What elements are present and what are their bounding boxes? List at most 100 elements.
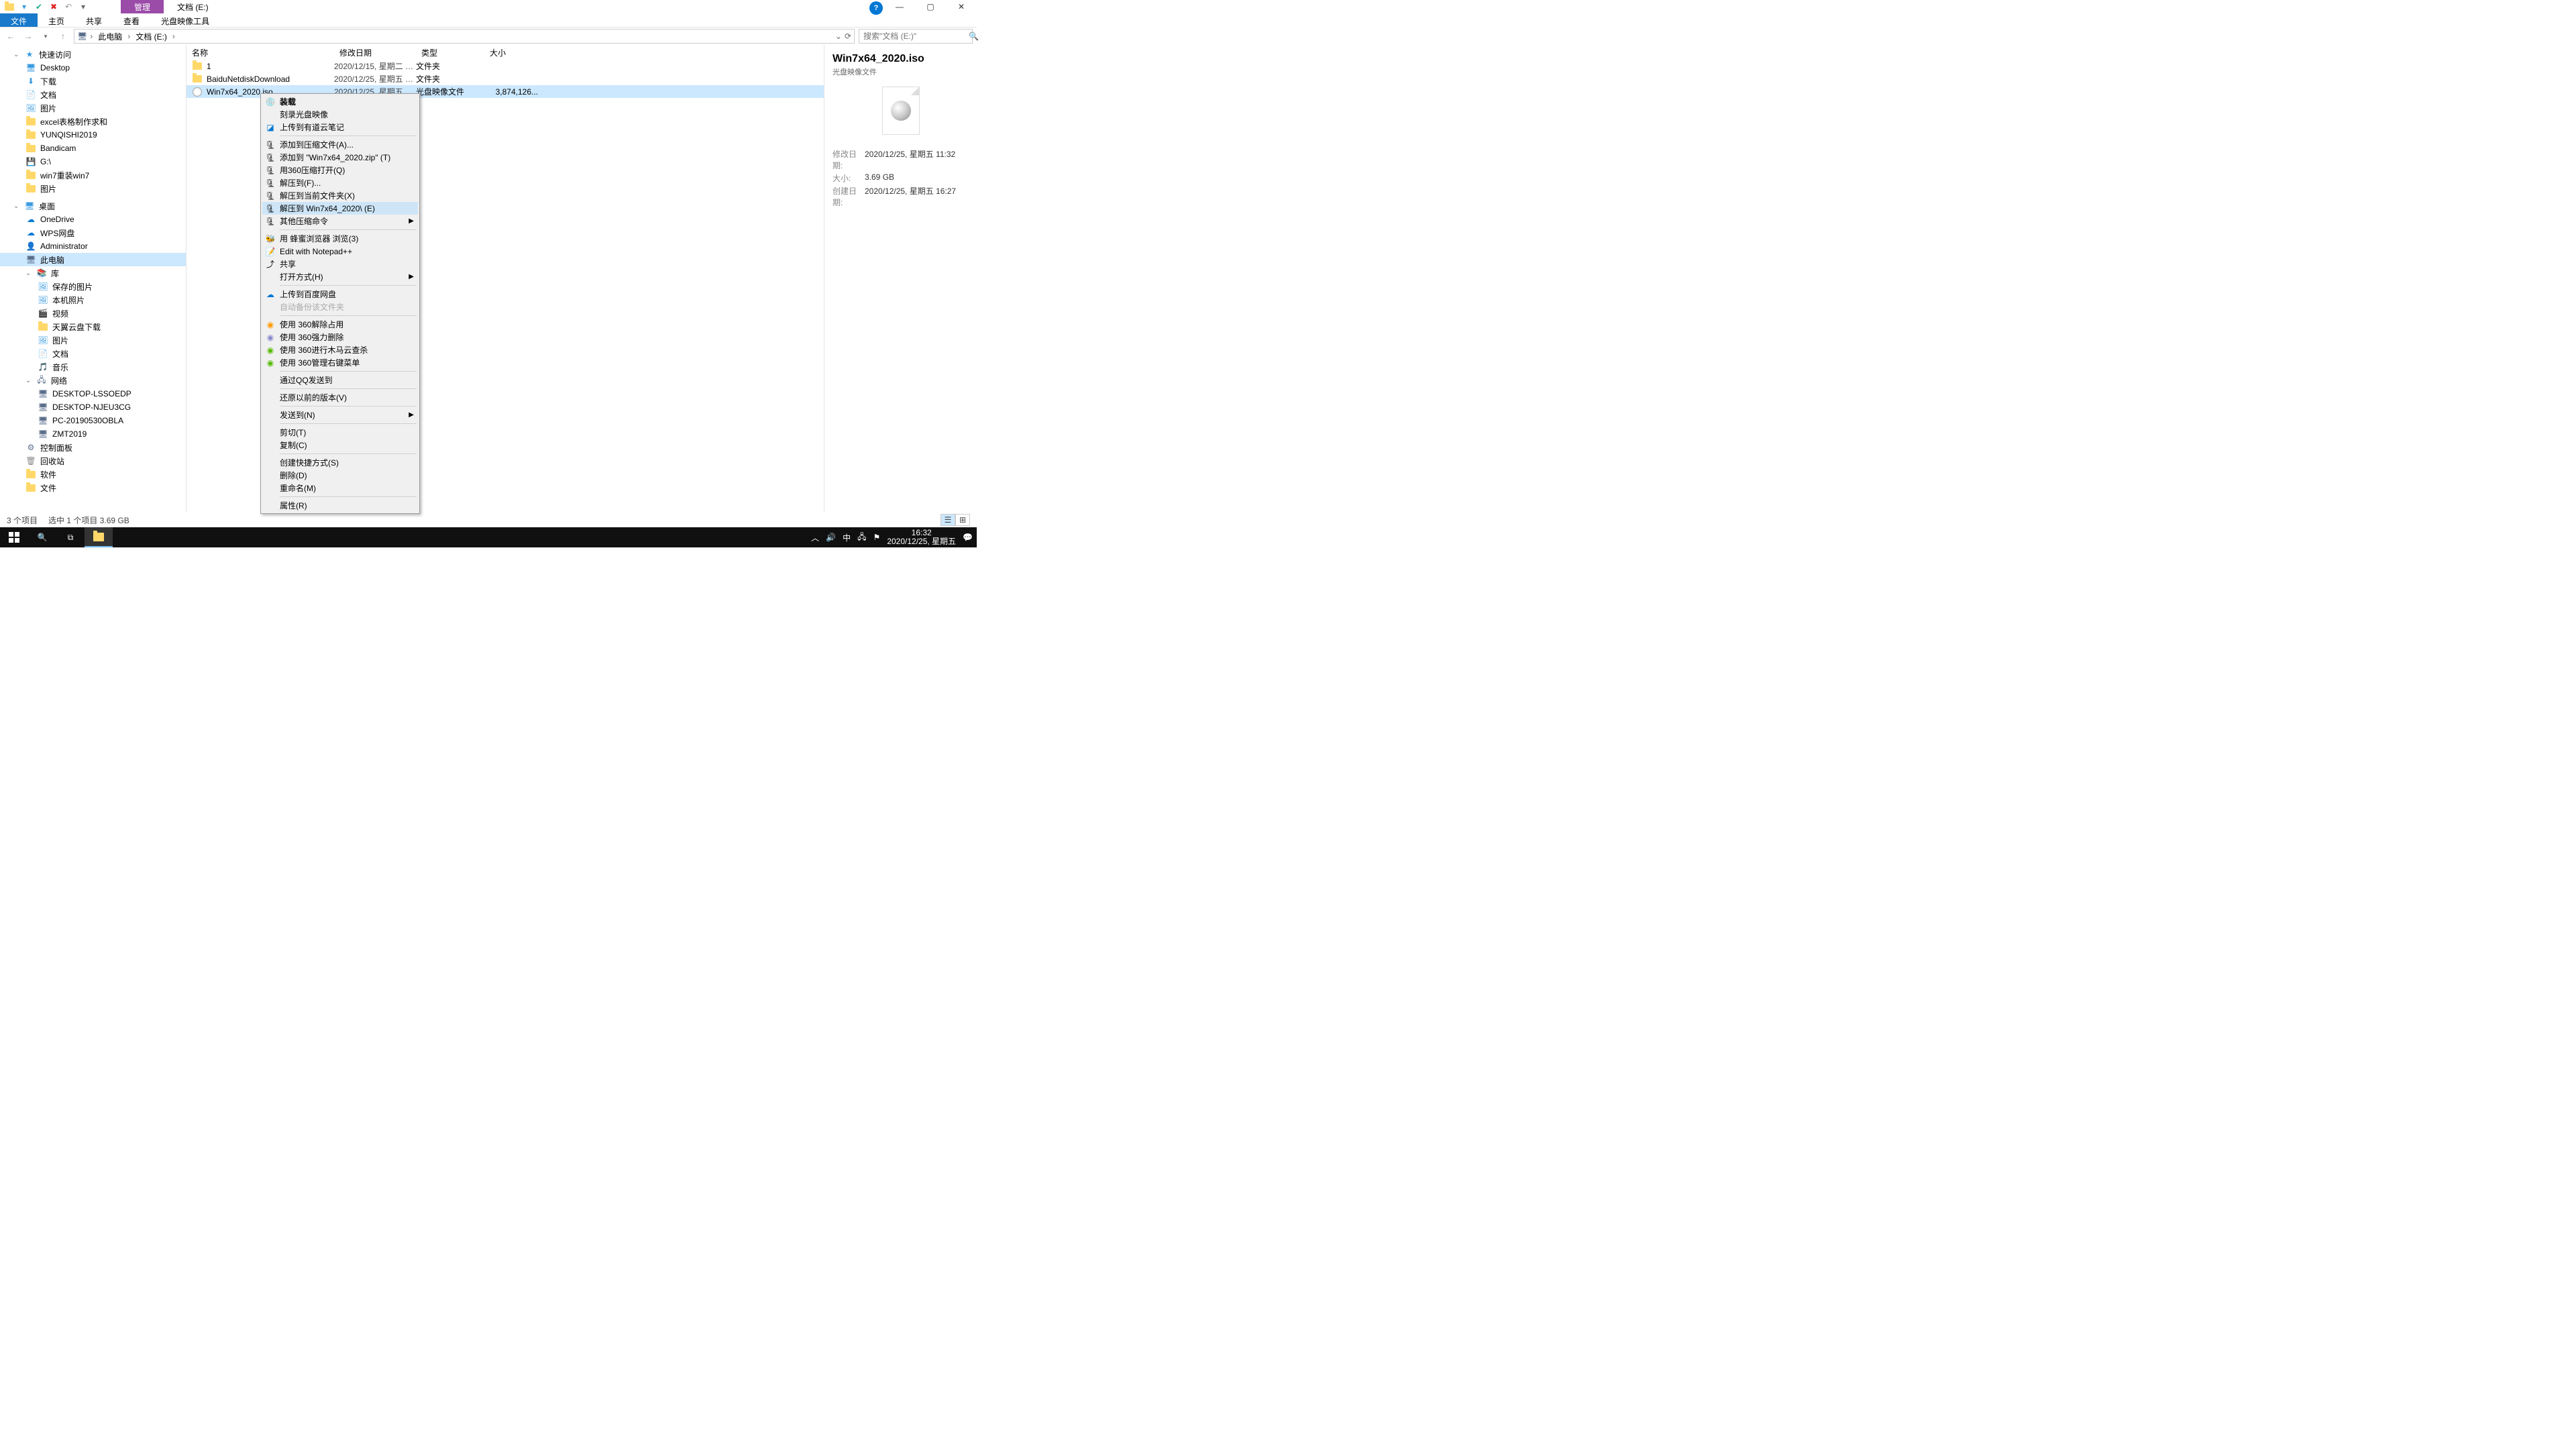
back-button[interactable]: ←	[4, 30, 17, 43]
ctx-360-force-delete[interactable]: ◉使用 360强力删除	[262, 331, 418, 343]
qat-more-icon[interactable]: ▾	[78, 1, 89, 12]
ctx-cut[interactable]: 剪切(T)	[262, 426, 418, 439]
nav-onedrive[interactable]: ☁OneDrive	[0, 213, 186, 226]
nav-libraries[interactable]: ⌄📚库	[0, 266, 186, 280]
nav-quick-access[interactable]: ⌄★快速访问	[0, 48, 186, 61]
col-type[interactable]: 类型	[416, 46, 484, 60]
minimize-button[interactable]: —	[884, 0, 915, 13]
qat-check-icon[interactable]: ✔	[34, 1, 44, 12]
nav-yunqishi[interactable]: YUNQISHI2019	[0, 128, 186, 142]
nav-excel-folder[interactable]: excel表格制作求和	[0, 115, 186, 128]
tab-home[interactable]: 主页	[38, 13, 75, 27]
qat-undo-icon[interactable]: ↶	[63, 1, 74, 12]
ctx-restore-prev[interactable]: 还原以前的版本(V)	[262, 391, 418, 404]
ctx-extract-here[interactable]: 🗜解压到当前文件夹(X)	[262, 189, 418, 202]
nav-saved-pics[interactable]: 🖼保存的图片	[0, 280, 186, 293]
nav-thispc[interactable]: 🖥此电脑	[0, 253, 186, 266]
nav-network[interactable]: ⌄🖧网络	[0, 374, 186, 387]
breadcrumb-seg-drive[interactable]: 文档 (E:)	[133, 30, 170, 44]
nav-software[interactable]: 软件	[0, 468, 186, 481]
nav-control-panel[interactable]: ⚙控制面板	[0, 441, 186, 454]
ctx-delete[interactable]: 删除(D)	[262, 469, 418, 482]
ctx-bee-browser[interactable]: 🐝用 蜂蜜浏览器 浏览(3)	[262, 232, 418, 245]
nav-local-photos[interactable]: 🖼本机照片	[0, 293, 186, 307]
ctx-add-archive[interactable]: 🗜添加到压缩文件(A)...	[262, 138, 418, 151]
ctx-share[interactable]: ⤴共享	[262, 258, 418, 270]
search-button[interactable]: 🔍	[28, 527, 56, 547]
ctx-copy[interactable]: 复制(C)	[262, 439, 418, 451]
ctx-qq-send[interactable]: 通过QQ发送到	[262, 374, 418, 386]
nav-pictures2[interactable]: 图片	[0, 182, 186, 195]
nav-win7[interactable]: win7重装win7	[0, 168, 186, 182]
task-view-button[interactable]: ⧉	[56, 527, 85, 547]
forward-button[interactable]: →	[21, 30, 35, 43]
help-icon[interactable]: ?	[869, 1, 883, 15]
tray-clock[interactable]: 16:32 2020/12/25, 星期五	[887, 529, 956, 546]
tray-action-center-icon[interactable]: 💬	[963, 533, 973, 542]
ctx-notepad[interactable]: 📝Edit with Notepad++	[262, 245, 418, 258]
view-icons-button[interactable]: ⊞	[955, 514, 970, 526]
ctx-360-unlock[interactable]: ◉使用 360解除占用	[262, 318, 418, 331]
nav-admin[interactable]: 👤Administrator	[0, 239, 186, 253]
search-box[interactable]: 🔍	[859, 29, 973, 44]
nav-gdrive[interactable]: 💾G:\	[0, 155, 186, 168]
maximize-button[interactable]: ▢	[915, 0, 946, 13]
col-date[interactable]: 修改日期	[334, 46, 416, 60]
nav-recycle[interactable]: 🗑回收站	[0, 454, 186, 468]
ctx-extract-named[interactable]: 🗜解压到 Win7x64_2020\ (E)	[262, 202, 418, 215]
ctx-properties[interactable]: 属性(R)	[262, 499, 418, 512]
col-name[interactable]: 名称	[186, 46, 334, 60]
view-details-button[interactable]: ☰	[941, 514, 955, 526]
tab-disc-tools[interactable]: 光盘映像工具	[150, 13, 220, 27]
nav-desktop-root[interactable]: ⌄🖥桌面	[0, 199, 186, 213]
search-input[interactable]	[862, 31, 969, 42]
ctx-open-with[interactable]: 打开方式(H)▶	[262, 270, 418, 283]
ctx-360-trojan[interactable]: ◉使用 360进行木马云查杀	[262, 343, 418, 356]
qat-down-icon[interactable]: ▾	[19, 1, 30, 12]
search-icon[interactable]: 🔍	[969, 32, 979, 41]
nav-documents[interactable]: 📄文档	[0, 88, 186, 101]
ctx-send-to[interactable]: 发送到(N)▶	[262, 409, 418, 421]
ctx-mount[interactable]: 💿装载	[262, 95, 418, 108]
nav-desktop-nj[interactable]: 🖥DESKTOP-NJEU3CG	[0, 400, 186, 414]
tab-share[interactable]: 共享	[75, 13, 113, 27]
start-button[interactable]	[0, 527, 28, 547]
breadcrumb-dropdown-icon[interactable]: ⌄	[835, 32, 842, 41]
tray-flag-icon[interactable]: ⚑	[873, 533, 881, 542]
nav-tianyi[interactable]: 天翼云盘下载	[0, 320, 186, 333]
nav-pictures-quick[interactable]: 🖼图片	[0, 101, 186, 115]
tray-chevron-icon[interactable]: ︿	[811, 532, 819, 543]
ctx-create-shortcut[interactable]: 创建快捷方式(S)	[262, 456, 418, 469]
ctx-rename[interactable]: 重命名(M)	[262, 482, 418, 494]
nav-pictures3[interactable]: 🖼图片	[0, 333, 186, 347]
ctx-burn[interactable]: 刻录光盘映像	[262, 108, 418, 121]
close-button[interactable]: ✕	[946, 0, 977, 13]
nav-files[interactable]: 文件	[0, 481, 186, 494]
ctx-360-manage[interactable]: ◉使用 360管理右键菜单	[262, 356, 418, 369]
nav-bandicam[interactable]: Bandicam	[0, 142, 186, 155]
file-row[interactable]: 1 2020/12/15, 星期二 1... 文件夹	[186, 60, 824, 72]
ctx-add-zip[interactable]: 🗜添加到 "Win7x64_2020.zip" (T)	[262, 151, 418, 164]
nav-music[interactable]: 🎵音乐	[0, 360, 186, 374]
nav-wps[interactable]: ☁WPS网盘	[0, 226, 186, 239]
ctx-upload-baidu[interactable]: ☁上传到百度网盘	[262, 288, 418, 301]
nav-desktop[interactable]: 🖥Desktop	[0, 61, 186, 74]
context-tab-manage[interactable]: 管理	[121, 0, 164, 13]
ctx-extract-to[interactable]: 🗜解压到(F)...	[262, 176, 418, 189]
tab-file[interactable]: 文件	[0, 13, 38, 27]
nav-downloads[interactable]: ⬇下载	[0, 74, 186, 88]
tray-ime[interactable]: 中	[843, 532, 851, 543]
up-button[interactable]: ↑	[56, 30, 70, 43]
file-row[interactable]: BaiduNetdiskDownload 2020/12/25, 星期五 1..…	[186, 72, 824, 85]
nav-desktop-lss[interactable]: 🖥DESKTOP-LSSOEDP	[0, 387, 186, 400]
explorer-taskbar-button[interactable]	[85, 527, 113, 547]
refresh-icon[interactable]: ⟳	[845, 32, 851, 41]
tray-volume-icon[interactable]: 🔊	[826, 533, 836, 542]
ctx-youdao[interactable]: ◪上传到有道云笔记	[262, 121, 418, 133]
nav-docs[interactable]: 📄文档	[0, 347, 186, 360]
qat-close-icon[interactable]: ✖	[48, 1, 59, 12]
nav-zmt[interactable]: 🖥ZMT2019	[0, 427, 186, 441]
history-dropdown[interactable]: ▾	[39, 30, 52, 43]
nav-videos[interactable]: 🎬视频	[0, 307, 186, 320]
col-size[interactable]: 大小	[484, 46, 538, 60]
